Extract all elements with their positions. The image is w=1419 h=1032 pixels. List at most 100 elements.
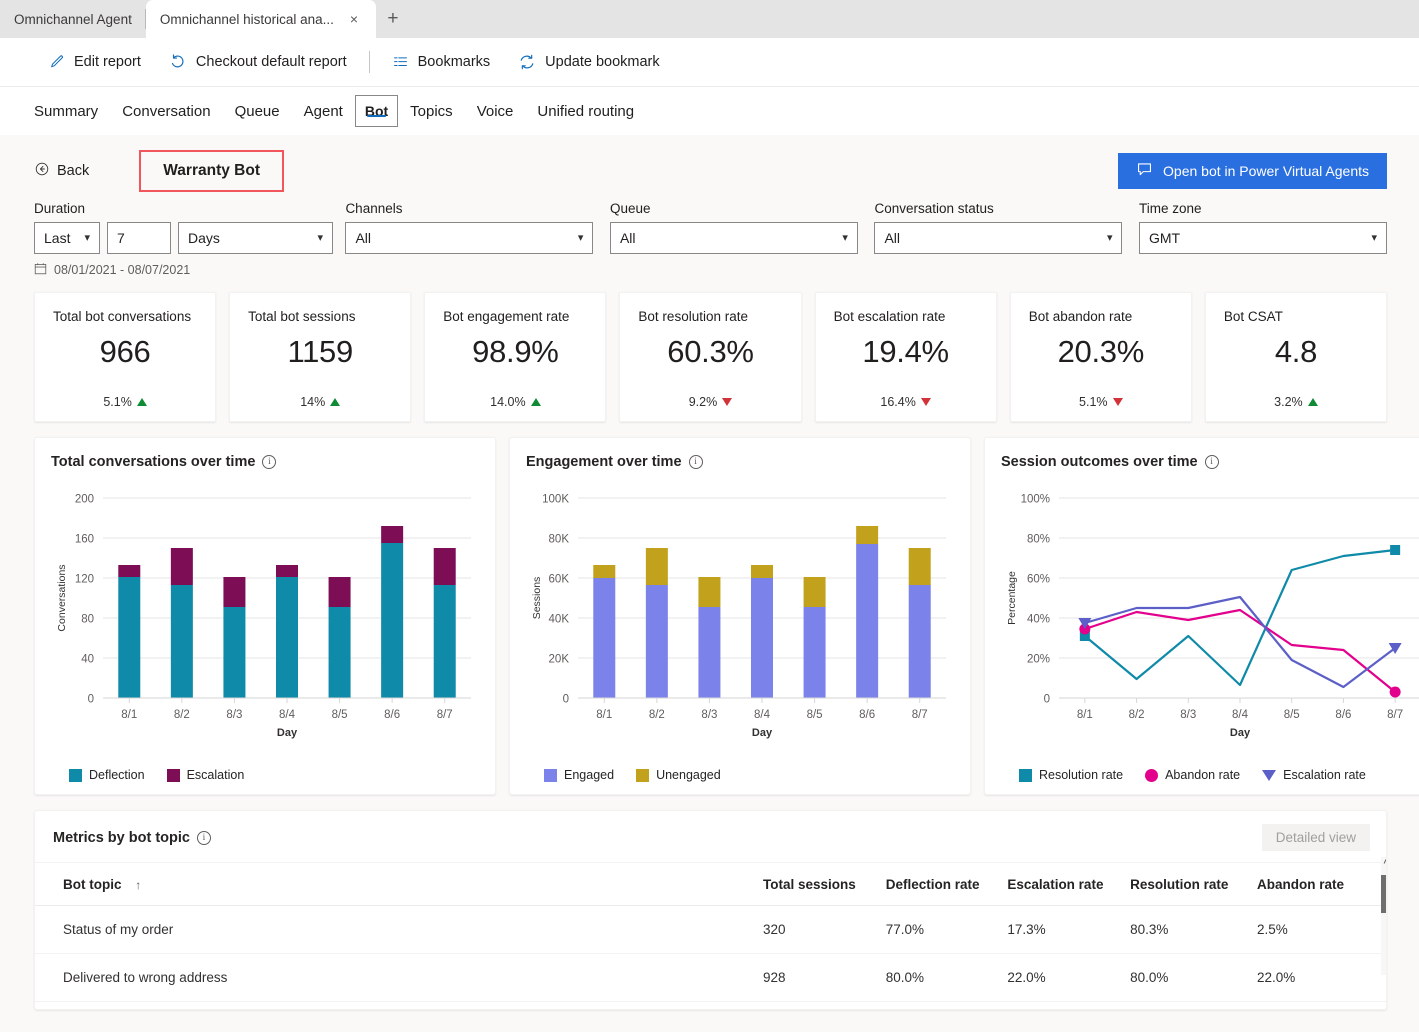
tab-topics[interactable]: Topics bbox=[398, 87, 465, 135]
legend-item-unengaged[interactable]: Unengaged bbox=[636, 768, 721, 782]
channels-label: Channels bbox=[345, 201, 403, 216]
tab-bot[interactable]: Bot bbox=[354, 95, 399, 127]
bar-chart-engagement[interactable]: 0 20K 40K 60K 80K 100K 8/1 8/2 8/3 8/4 8/5 8/6 8/7 Da… bbox=[526, 480, 956, 766]
svg-text:60%: 60% bbox=[1027, 574, 1050, 586]
close-icon[interactable]: × bbox=[346, 11, 362, 27]
time-zone-select[interactable]: GMT ▾ bbox=[1138, 222, 1387, 254]
duration-mode-select[interactable]: Last ▾ bbox=[34, 222, 100, 254]
queue-select[interactable]: All ▾ bbox=[609, 222, 858, 254]
duration-amount-input[interactable]: 7 bbox=[107, 222, 171, 254]
tab-unified-routing[interactable]: Unified routing bbox=[525, 87, 646, 135]
bookmarks-label: Bookmarks bbox=[417, 54, 491, 70]
table-row[interactable]: Delivered to wrong address 928 80.0% 22.… bbox=[35, 953, 1386, 1002]
svg-text:8/6: 8/6 bbox=[1335, 709, 1351, 721]
column-header-resolution-rate[interactable]: Resolution rate bbox=[1130, 863, 1257, 906]
kpi-delta-value: 14% bbox=[300, 395, 326, 409]
legend-item-escalation-rate[interactable]: Escalation rate bbox=[1262, 768, 1366, 782]
chart-legend-session-outcomes: Resolution rate Abandon rate Escalation … bbox=[1001, 768, 1419, 782]
legend-item-deflection[interactable]: Deflection bbox=[69, 768, 145, 782]
kpi-card-bot-engagement-rate[interactable]: Bot engagement rate 98.9% 14.0% bbox=[424, 292, 607, 422]
legend-swatch-square bbox=[1019, 768, 1032, 782]
legend-item-resolution-rate[interactable]: Resolution rate bbox=[1019, 768, 1123, 782]
table-row[interactable]: Status of my order 320 77.0% 17.3% 80.3%… bbox=[35, 905, 1386, 954]
tab-label: Agent bbox=[303, 102, 343, 120]
kpi-card-total-bot-sessions[interactable]: Total bot sessions 1159 14% bbox=[229, 292, 412, 422]
kpi-title: Total bot sessions bbox=[248, 309, 356, 324]
conversation-status-select[interactable]: All ▾ bbox=[874, 222, 1123, 254]
column-header-total-sessions[interactable]: Total sessions bbox=[763, 863, 886, 906]
chart-title-row: Total conversations over time i bbox=[51, 454, 481, 470]
new-tab-icon[interactable]: + bbox=[376, 0, 410, 38]
time-zone-value: GMT bbox=[1148, 230, 1181, 246]
duration-label: Duration bbox=[34, 201, 86, 216]
browser-tab-title: Omnichannel historical ana... bbox=[159, 11, 334, 27]
kpi-card-bot-resolution-rate[interactable]: Bot resolution rate 60.3% 9.2% bbox=[619, 292, 802, 422]
svg-text:120: 120 bbox=[75, 574, 94, 586]
kpi-card-bot-escalation-rate[interactable]: Bot escalation rate 19.4% 16.4% bbox=[814, 292, 997, 422]
back-arrow-icon bbox=[34, 161, 50, 181]
legend-swatch bbox=[166, 768, 180, 782]
chart-card-session-outcomes-over-time: Session outcomes over time i 0 20% 40% 60% 8… bbox=[984, 437, 1419, 795]
svg-text:40: 40 bbox=[81, 654, 94, 666]
info-icon[interactable]: i bbox=[196, 830, 211, 845]
column-header-abandon-rate[interactable]: Abandon rate bbox=[1257, 863, 1372, 906]
cell-resolution-rate: 80.0% bbox=[1130, 953, 1257, 1002]
sort-ascending-icon: ↑ bbox=[135, 878, 142, 892]
browser-tab-omnichannel-historical-analytics[interactable]: Omnichannel historical ana... × bbox=[145, 0, 376, 38]
detailed-view-button[interactable]: Detailed view bbox=[1261, 824, 1370, 851]
svg-text:0: 0 bbox=[88, 694, 94, 706]
kpi-value: 60.3% bbox=[667, 334, 754, 369]
bar-chart-conversations[interactable]: 0 40 80 120 160 200 8/1 8/2 8/3 8/4 8/5 8/6 8/7 Day Co… bbox=[51, 480, 481, 766]
vertical-scrollbar[interactable]: ^ bbox=[1381, 857, 1387, 975]
info-icon[interactable]: i bbox=[688, 455, 703, 469]
column-header-bot-topic[interactable]: Bot topic ↑ bbox=[35, 863, 764, 906]
kpi-title: Bot resolution rate bbox=[638, 309, 748, 324]
kpi-delta: 14% bbox=[248, 395, 392, 409]
column-header-escalation-rate[interactable]: Escalation rate bbox=[1007, 863, 1131, 906]
kpi-card-total-bot-conversations[interactable]: Total bot conversations 966 5.1% bbox=[34, 292, 217, 422]
kpi-card-bot-abandon-rate[interactable]: Bot abandon rate 20.3% 5.1% bbox=[1009, 292, 1192, 422]
legend-item-engaged[interactable]: Engaged bbox=[544, 768, 614, 782]
svg-text:0: 0 bbox=[563, 694, 569, 706]
tab-voice[interactable]: Voice bbox=[465, 87, 526, 135]
duration-unit-select[interactable]: Days ▾ bbox=[178, 222, 333, 254]
legend-item-abandon-rate[interactable]: Abandon rate bbox=[1145, 768, 1240, 782]
back-link[interactable]: Back bbox=[34, 161, 89, 181]
tab-summary[interactable]: Summary bbox=[34, 87, 110, 135]
chart-card-engagement-over-time: Engagement over time i 0 20K 40K 60K 80K 100K… bbox=[509, 437, 971, 795]
info-icon[interactable]: i bbox=[1204, 455, 1219, 469]
tab-conversation[interactable]: Conversation bbox=[110, 87, 222, 135]
open-bot-in-power-virtual-agents-button[interactable]: Open bot in Power Virtual Agents bbox=[1118, 153, 1387, 189]
column-label: Total sessions bbox=[763, 877, 856, 892]
svg-text:8/1: 8/1 bbox=[1077, 709, 1093, 721]
channels-select[interactable]: All ▾ bbox=[345, 222, 594, 254]
browser-tab-omnichannel-agent[interactable]: Omnichannel Agent bbox=[0, 0, 146, 38]
trend-down-icon bbox=[920, 398, 931, 406]
metrics-table: Bot topic ↑ Total sessions Deflection ra… bbox=[35, 857, 1386, 1002]
svg-text:Sessions: Sessions bbox=[531, 577, 543, 620]
tab-label: Bot bbox=[364, 103, 389, 119]
column-label: Resolution rate bbox=[1130, 877, 1229, 892]
column-label: Bot topic bbox=[63, 877, 122, 892]
svg-text:40K: 40K bbox=[549, 614, 570, 626]
trend-up-icon bbox=[530, 398, 541, 406]
tab-queue[interactable]: Queue bbox=[223, 87, 292, 135]
line-chart-session-outcomes[interactable]: 0 20% 40% 60% 80% 100% 8/1 8/2 8/3 8/4 8/5 8/6 8/7 Da… bbox=[1001, 480, 1419, 766]
update-bookmark-button[interactable]: Update bookmark bbox=[504, 46, 673, 78]
table-scrollbar[interactable]: ^ bbox=[1371, 857, 1386, 975]
cell-bot-topic: Delivered to wrong address bbox=[35, 953, 764, 1002]
scrollbar-thumb[interactable] bbox=[1381, 875, 1386, 913]
svg-text:Day: Day bbox=[752, 727, 773, 739]
tab-label: Voice bbox=[476, 102, 514, 120]
scroll-up-arrow-icon[interactable]: ^ bbox=[1384, 859, 1387, 868]
edit-report-button[interactable]: Edit report bbox=[34, 46, 155, 78]
legend-item-escalation[interactable]: Escalation bbox=[166, 768, 244, 782]
bookmarks-button[interactable]: Bookmarks bbox=[378, 46, 505, 78]
checkout-default-report-button[interactable]: Checkout default report bbox=[155, 46, 361, 78]
svg-text:8/4: 8/4 bbox=[1232, 709, 1249, 721]
legend-label: Deflection bbox=[89, 768, 145, 782]
info-icon[interactable]: i bbox=[262, 455, 277, 469]
kpi-card-bot-csat[interactable]: Bot CSAT 4.8 3.2% bbox=[1204, 292, 1387, 422]
column-header-deflection-rate[interactable]: Deflection rate bbox=[885, 863, 1008, 906]
tab-agent[interactable]: Agent bbox=[292, 87, 355, 135]
